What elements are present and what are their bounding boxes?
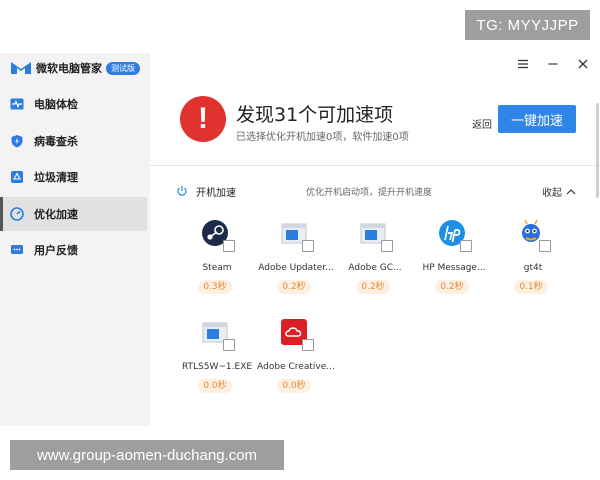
app-name: RTLS5W~1.EXE [181,362,253,372]
sidebar-item-label: 优化加速 [34,207,78,221]
app-logo-icon [11,62,31,74]
app-checkbox[interactable] [302,240,314,252]
boot-time-badge: 0.1秒 [514,280,548,294]
minimize-icon[interactable] [542,55,564,73]
startup-app-item: Steam 0.3秒 [180,218,260,298]
speedometer-icon [10,206,24,221]
sidebar-item-optimize[interactable]: 优化加速 [0,196,147,231]
app-checkbox[interactable] [381,240,393,252]
sidebar-item-checkup[interactable]: 电脑体检 [0,87,150,121]
app-checkbox[interactable] [302,339,314,351]
app-name: Adobe Creative... [257,362,335,372]
boot-time-badge: 0.2秒 [435,280,469,294]
app-name: gt4t [523,263,543,273]
sidebar-item-label: 电脑体检 [34,98,78,111]
startup-app-item: Adobe Updater... 0.2秒 [258,218,339,298]
boot-time-badge: 0.0秒 [198,379,232,393]
startup-app-item: Adobe Creative... 0.0秒 [257,317,339,397]
sidebar-item-antivirus[interactable]: 病毒查杀 [0,124,150,158]
sidebar: 微软电脑管家 测试版 电脑体检 病毒查杀 垃圾清理 优化加速 用户反馈 [0,53,150,426]
sidebar-item-label: 垃圾清理 [34,171,78,184]
app-checkbox[interactable] [223,339,235,351]
app-name: 微软电脑管家 [36,62,102,75]
collapse-label: 收起 [542,188,562,199]
startup-app-item: Adobe GC... 0.2秒 [338,218,418,298]
watermark-top: TG: MYYJJPP [465,10,590,40]
section-title: 开机加速 [196,187,236,199]
boot-time-badge: 0.3秒 [198,280,232,294]
boot-time-badge: 0.2秒 [356,280,390,294]
page-title: 发现31个可加速项 [236,104,394,126]
back-link[interactable]: 返回 [472,116,492,131]
beta-badge: 测试版 [106,61,140,75]
window-controls [512,55,594,73]
boot-time-badge: 0.2秒 [277,280,311,294]
sidebar-item-feedback[interactable]: 用户反馈 [0,233,150,267]
app-name: Adobe GC... [348,263,402,273]
sidebar-nav: 电脑体检 病毒查杀 垃圾清理 优化加速 用户反馈 [0,87,150,267]
divider [150,165,600,166]
app-name: Adobe Updater... [258,263,334,273]
page-subtitle: 已选择优化开机加速0项，软件加速0项 [236,132,409,143]
app-checkbox[interactable] [223,240,235,252]
shield-icon [10,134,24,148]
startup-section-header: 开机加速 优化开机启动项，提升开机速度 收起 [176,183,576,199]
app-name: Steam [202,263,232,273]
collapse-toggle[interactable]: 收起 [542,184,576,199]
sidebar-item-cleanup[interactable]: 垃圾清理 [0,160,150,194]
app-checkbox[interactable] [539,240,551,252]
boot-time-badge: 0.0秒 [277,379,311,393]
watermark-bottom: www.group-aomen-duchang.com [10,440,284,470]
chevron-up-icon [566,188,576,194]
startup-app-item: gt4t 0.1秒 [496,218,576,298]
menu-icon[interactable] [512,55,534,73]
sidebar-item-label: 病毒查杀 [34,134,78,148]
startup-app-item: RTLS5W~1.EXE 0.0秒 [180,317,260,397]
warning-icon: ! [180,96,226,142]
sidebar-item-label: 用户反馈 [34,244,78,257]
brand: 微软电脑管家 测试版 [0,53,150,83]
startup-app-item: HP Message... 0.2秒 [417,218,497,298]
app-checkbox[interactable] [460,240,472,252]
main-panel: ! 发现31个可加速项 已选择优化开机加速0项，软件加速0项 返回 一键加速 开… [150,53,600,426]
close-icon[interactable] [572,55,594,73]
one-click-boost-button[interactable]: 一键加速 [498,105,576,133]
screenshot: TG: MYYJJPP 微软电脑管家 测试版 电脑体检 病毒查杀 垃圾清理 优化… [0,0,600,480]
section-description: 优化开机启动项，提升开机速度 [306,187,433,198]
app-name: HP Message... [422,263,486,273]
power-icon [177,186,187,196]
chat-icon [10,243,24,257]
app-window: 微软电脑管家 测试版 电脑体检 病毒查杀 垃圾清理 优化加速 用户反馈 ! 发现… [0,53,600,426]
pulse-icon [10,97,24,111]
scrollbar[interactable] [596,103,599,198]
recycle-icon [10,170,24,184]
result-header: ! 发现31个可加速项 已选择优化开机加速0项，软件加速0项 返回 一键加速 [150,83,600,165]
